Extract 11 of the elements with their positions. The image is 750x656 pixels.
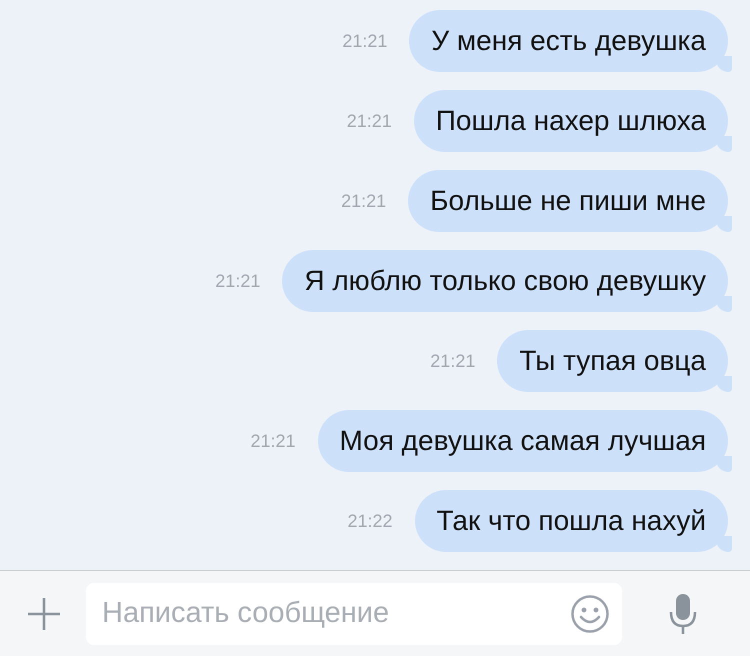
smiley-icon[interactable] (570, 594, 610, 634)
message-input[interactable]: Написать сообщение (86, 582, 622, 644)
message-time: 21:21 (346, 110, 392, 132)
message-time: 21:21 (250, 430, 296, 452)
message-time: 21:21 (430, 350, 476, 372)
add-icon[interactable] (26, 596, 62, 632)
message-time: 21:22 (347, 510, 393, 532)
message-time: 21:21 (341, 190, 386, 212)
message-time: 21:21 (342, 30, 388, 52)
message-time: 21:21 (215, 270, 260, 292)
microphone-icon[interactable] (668, 592, 698, 636)
